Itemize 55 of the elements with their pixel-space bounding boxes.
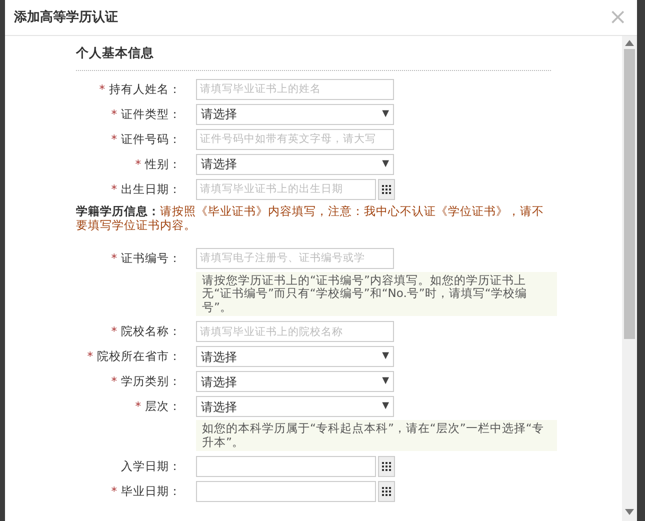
notice-text: 学籍学历信息：请按照《毕业证书》内容填写，注意：我中心不认证《学位证书》，请不要填写学位证书内容。 <box>76 204 545 232</box>
caret-icon: ▼ <box>382 375 389 388</box>
field-label: 入学日期： <box>121 459 181 474</box>
scroll-up-icon[interactable] <box>625 40 634 46</box>
select-field[interactable]: 请选择 ▼ <box>196 104 394 125</box>
required-mark: * <box>135 156 141 171</box>
required-mark: * <box>99 82 105 96</box>
field-label: 院校名称： <box>121 324 181 338</box>
caret-icon: ▼ <box>382 158 389 171</box>
field-label: 证件类型： <box>121 106 181 121</box>
section-title: 个人基本信息 <box>76 42 551 71</box>
caret-icon: ▼ <box>382 108 389 121</box>
dialog-title: 添加高等学历认证 <box>14 8 118 27</box>
required-mark: * <box>111 132 117 146</box>
field-label: 层次： <box>145 399 181 414</box>
hint-text: 请按您学历证书上的“证书编号”内容填写。如您的学历证书上无“证书编号”而只有“学校编号”和“No.号”时，请填写“学校编号”。 <box>196 272 557 316</box>
caret-icon: ▼ <box>382 400 389 414</box>
required-mark: * <box>111 250 117 265</box>
calendar-icon <box>382 462 391 472</box>
select-field[interactable]: 请选择 ▼ <box>196 371 394 392</box>
required-mark: * <box>111 182 117 196</box>
select-field[interactable]: 请选择 ▼ <box>196 154 394 175</box>
required-mark: * <box>111 324 117 338</box>
select-field[interactable]: 请选择 ▼ <box>196 396 394 418</box>
calendar-button[interactable] <box>378 481 395 502</box>
required-mark: * <box>87 349 93 364</box>
field-label: 证书编号： <box>121 250 181 265</box>
hint-text: 如您的本科学历属于“专科起点本科”，请在“层次”一栏中选择“专升本”。 <box>196 420 557 452</box>
required-mark: * <box>111 374 117 388</box>
input-field[interactable]: 请填写电子注册号、证书编号或学 <box>196 248 394 269</box>
field-label: 院校所在省市： <box>97 349 181 364</box>
scrollbar[interactable] <box>622 36 637 521</box>
field-label: 证件号码： <box>121 132 181 146</box>
required-mark: * <box>135 399 141 414</box>
field-label: 性别： <box>145 156 181 171</box>
calendar-icon <box>382 184 391 194</box>
field-label: 毕业日期： <box>121 484 181 498</box>
scroll-thumb[interactable] <box>624 49 635 339</box>
required-mark: * <box>111 484 117 498</box>
select-field[interactable]: 请选择 ▼ <box>196 346 394 368</box>
field-label: 出生日期： <box>121 182 181 196</box>
date-field[interactable]: 请填写毕业证书上的出生日期 <box>196 178 376 200</box>
date-field[interactable] <box>196 456 376 478</box>
input-field[interactable]: 请填写毕业证书上的姓名 <box>196 78 394 100</box>
field-label: 学历类别： <box>121 374 181 388</box>
date-field[interactable] <box>196 481 376 502</box>
required-mark: * <box>111 106 117 121</box>
calendar-button[interactable] <box>378 456 395 478</box>
input-field[interactable]: 请填写毕业证书上的院校名称 <box>196 321 394 342</box>
calendar-button[interactable] <box>378 178 395 200</box>
scroll-down-icon[interactable] <box>625 509 634 515</box>
field-label: 持有人姓名： <box>109 82 181 96</box>
calendar-icon <box>382 487 391 496</box>
caret-icon: ▼ <box>382 350 389 364</box>
input-field[interactable]: 证件号码中如带有英文字母，请大写 <box>196 128 394 150</box>
